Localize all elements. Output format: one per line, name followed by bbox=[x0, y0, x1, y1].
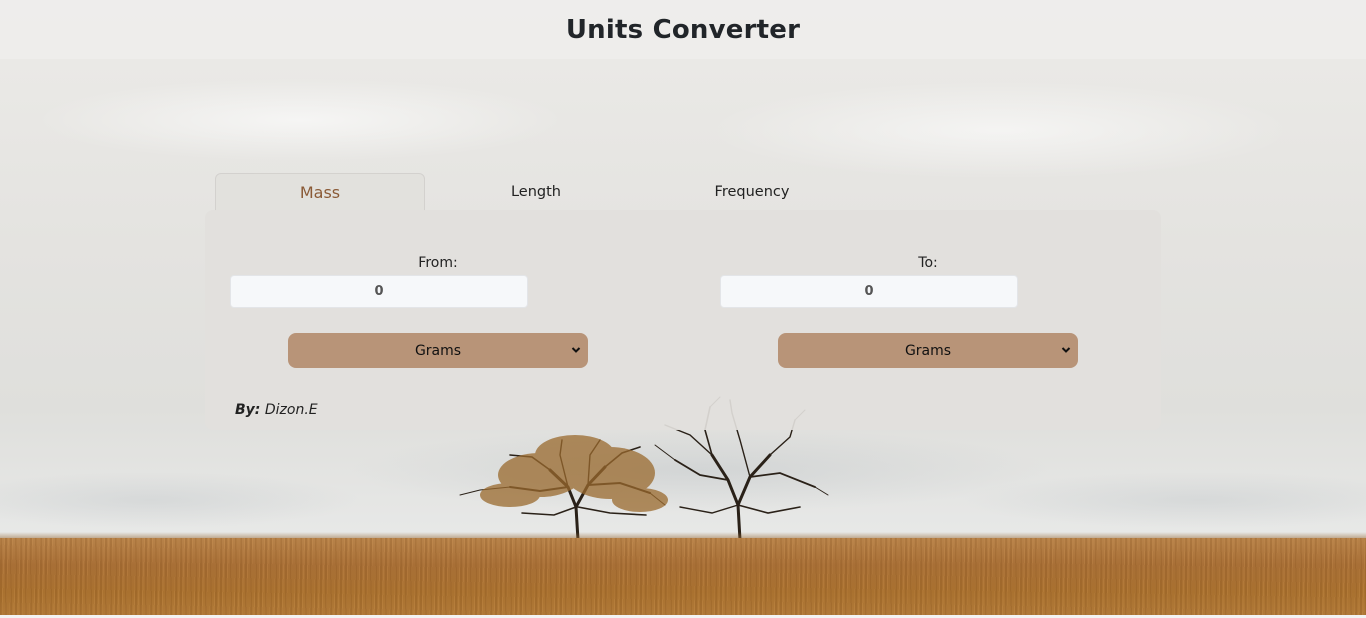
converter-panel: From: To: Grams Grams By: Dizon.E bbox=[205, 210, 1161, 430]
from-value-input[interactable] bbox=[230, 275, 528, 308]
tab-length[interactable]: Length bbox=[431, 173, 641, 211]
author-name: Dizon.E bbox=[264, 402, 318, 418]
by-label: By: bbox=[235, 402, 261, 418]
to-value-input[interactable] bbox=[720, 275, 1018, 308]
app-header: Units Converter bbox=[0, 0, 1366, 59]
tab-frequency[interactable]: Frequency bbox=[647, 173, 857, 211]
author-credit: By: Dizon.E bbox=[235, 402, 318, 418]
from-label: From: bbox=[418, 255, 458, 271]
to-label: To: bbox=[918, 255, 938, 271]
from-unit-value: Grams bbox=[414, 342, 462, 359]
chevron-down-icon bbox=[1061, 347, 1071, 353]
converter-tabs: Mass Length Frequency bbox=[215, 173, 857, 211]
from-unit-select[interactable]: Grams bbox=[288, 333, 588, 368]
to-unit-value: Grams bbox=[904, 342, 952, 359]
tab-mass[interactable]: Mass bbox=[215, 173, 425, 211]
chevron-down-icon bbox=[571, 347, 581, 353]
to-unit-select[interactable]: Grams bbox=[778, 333, 1078, 368]
wheat-field bbox=[0, 538, 1366, 616]
page-title: Units Converter bbox=[565, 14, 801, 45]
